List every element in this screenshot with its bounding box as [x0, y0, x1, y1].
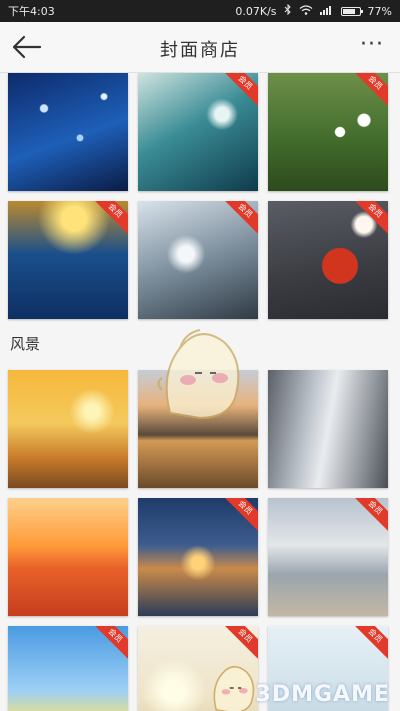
status-indicators: 0.07K/s 77% [235, 3, 392, 18]
cover-grid-landscape: 会员 会员 会员 会员 会员 [8, 370, 388, 711]
wifi-icon [299, 4, 313, 18]
cover-store-content[interactable]: 会员 会员 会员 会员 会员 风景 会员 会员 会员 会员 会员 3DMGAME [0, 73, 400, 711]
cover-tile[interactable]: 会员 [8, 201, 128, 319]
cover-thumbnail [268, 498, 388, 616]
cover-thumbnail [138, 201, 258, 319]
cover-tile[interactable]: 会员 [268, 201, 388, 319]
cover-tile[interactable]: 会员 [138, 73, 258, 191]
cover-tile[interactable] [268, 370, 388, 488]
section-title-landscape: 风景 [10, 335, 41, 353]
net-speed: 0.07K/s [235, 4, 277, 18]
cover-tile[interactable] [138, 370, 258, 488]
app-bar: 封面商店 ··· [0, 22, 400, 73]
signal-icon [319, 5, 334, 18]
cover-thumbnail [268, 73, 388, 191]
battery-icon [340, 6, 363, 16]
battery-percent: 77% [367, 4, 392, 18]
bluetooth-icon [284, 3, 292, 18]
cover-tile[interactable] [8, 498, 128, 616]
cover-thumbnail [268, 201, 388, 319]
cover-grid-featured: 会员 会员 会员 会员 会员 [8, 73, 388, 319]
cover-tile[interactable]: 会员 [268, 73, 388, 191]
watermark-text: 3DMGAME [255, 682, 390, 707]
cover-thumbnail [8, 73, 128, 191]
cover-thumbnail [268, 370, 388, 488]
more-options-button[interactable]: ··· [356, 30, 388, 60]
cover-thumbnail [138, 370, 258, 488]
cover-thumbnail [8, 370, 128, 488]
cover-thumbnail [138, 73, 258, 191]
cover-tile[interactable]: 会员 [8, 626, 128, 711]
cover-thumbnail [138, 498, 258, 616]
mascot-small-icon [213, 666, 255, 711]
cover-tile[interactable]: 会员 [268, 498, 388, 616]
cover-tile[interactable] [8, 370, 128, 488]
cover-tile[interactable]: 会员 [138, 498, 258, 616]
cover-thumbnail [8, 498, 128, 616]
status-time: 下午4:03 [8, 5, 55, 18]
more-dots-icon: ··· [360, 32, 384, 57]
cover-tile[interactable]: 会员 [138, 201, 258, 319]
cover-thumbnail [8, 201, 128, 319]
cover-tile[interactable] [8, 73, 128, 191]
page-title: 封面商店 [160, 40, 240, 61]
status-bar: 下午4:03 0.07K/s 77% [0, 0, 400, 22]
